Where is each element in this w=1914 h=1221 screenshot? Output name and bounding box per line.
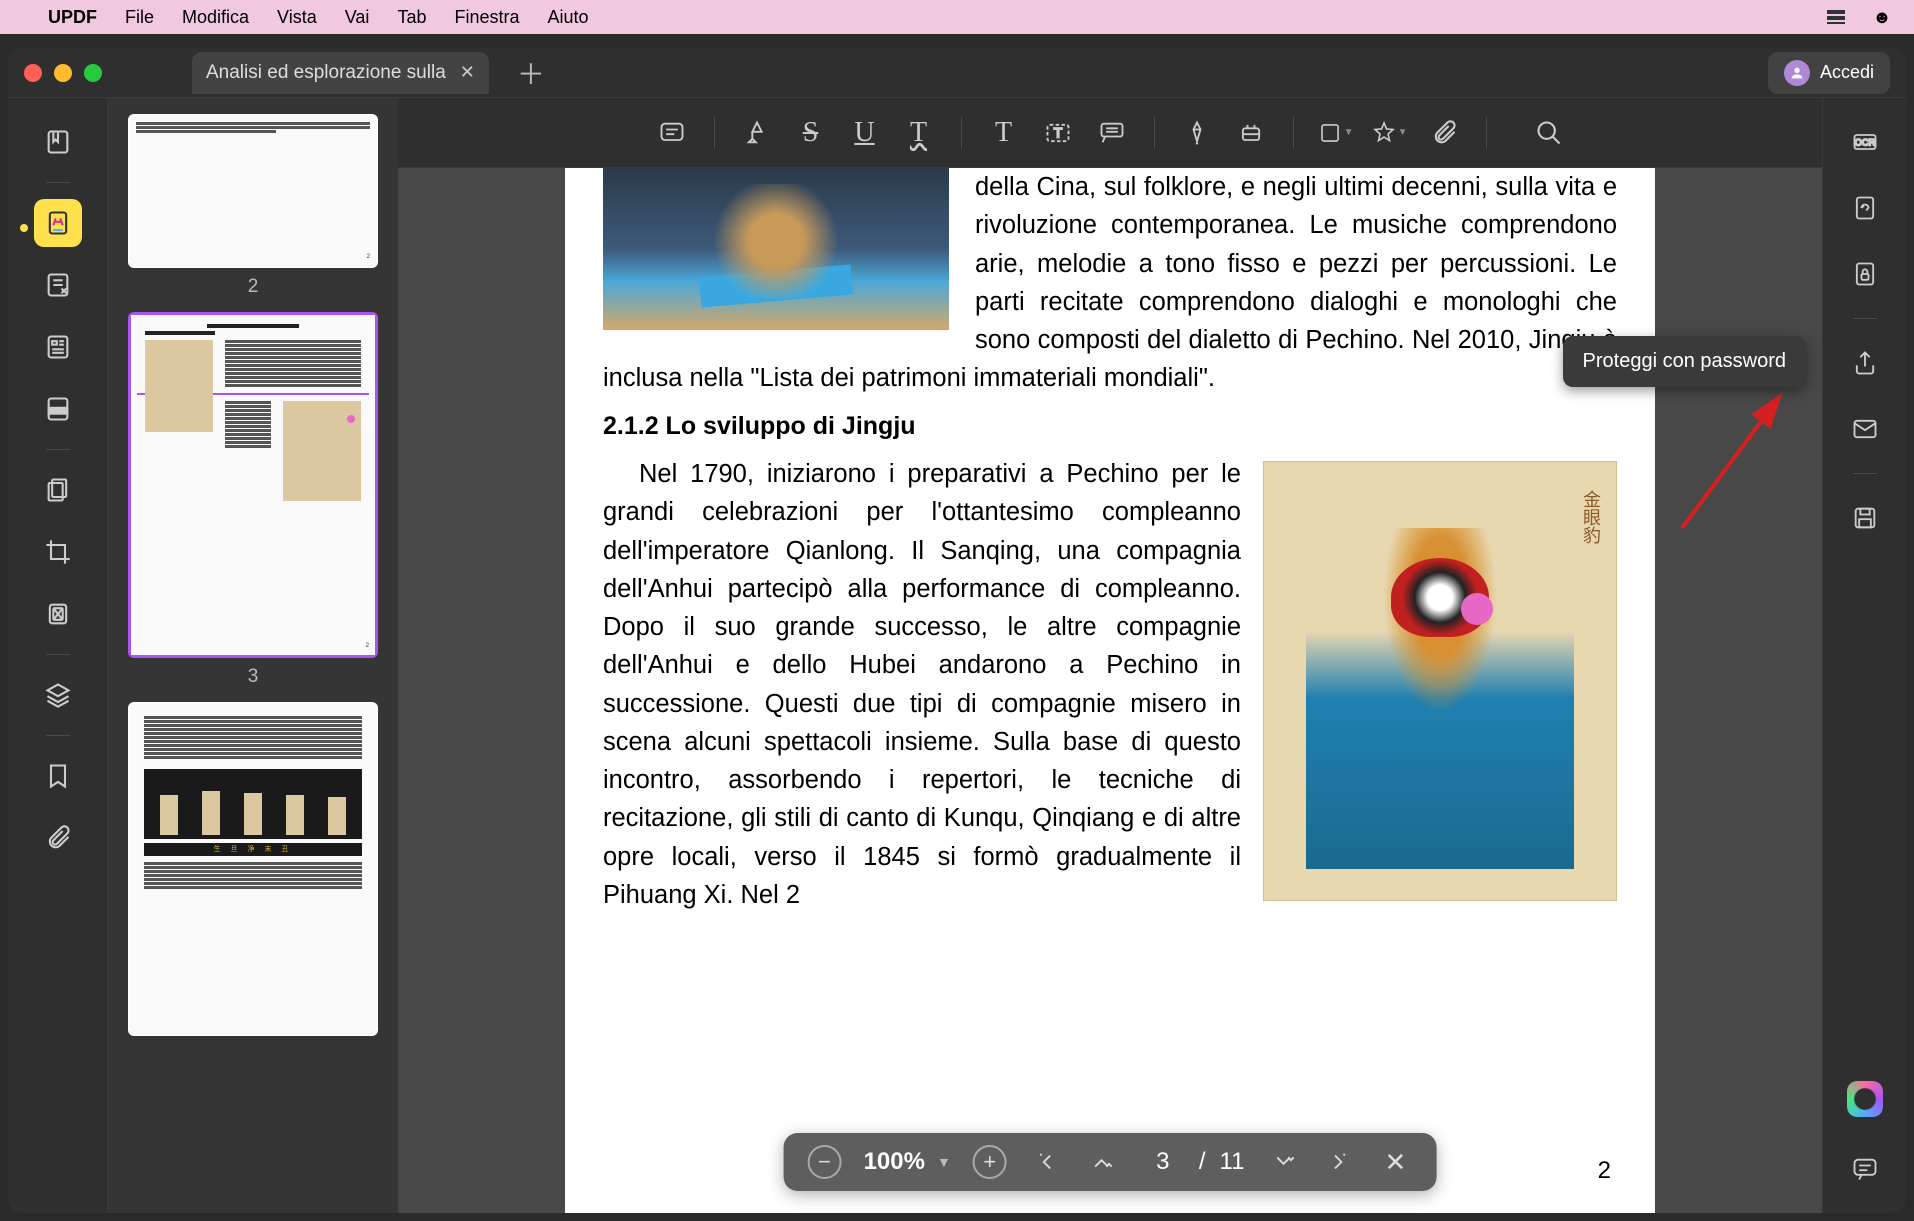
convert-button[interactable] [1841,184,1889,232]
macos-menubar: UPDF File Modifica Vista Vai Tab Finestr… [0,0,1914,34]
comments-panel-button[interactable] [1841,1145,1889,1193]
search-button[interactable] [1531,115,1567,151]
annotation-dot-icon [1461,593,1493,625]
thumbnail-item[interactable]: 2 2 [124,114,382,298]
shapes-tool-button[interactable]: ▼ [1318,115,1354,151]
attachment-button[interactable] [34,814,82,862]
current-page-input[interactable]: 3 [1141,1148,1185,1176]
thumbnail-page-4[interactable]: 生 旦 净 末 丑 [130,704,376,1034]
ai-assistant-button[interactable] [1847,1081,1883,1117]
thumbnail-item[interactable]: 2 3 [124,312,382,688]
tab-title: Analisi ed esplorazione sulla [206,62,446,84]
menubar-smiley-icon[interactable]: ☻ [1870,6,1894,28]
active-indicator-icon [20,224,28,232]
edit-mode-button[interactable] [34,261,82,309]
crop-button[interactable] [34,528,82,576]
redact-button[interactable] [34,590,82,638]
chevron-down-icon: ▼ [937,1154,951,1170]
zoom-in-button[interactable]: + [973,1145,1007,1179]
document-area: S U T T T ▼ ▼ [398,98,1822,1213]
menu-go[interactable]: Vai [345,7,370,28]
document-tab[interactable]: Analisi ed esplorazione sulla ✕ [192,52,489,94]
svg-text:T: T [1053,124,1062,140]
minimize-window-button[interactable] [54,64,72,82]
maximize-window-button[interactable] [84,64,102,82]
annotation-toolbar: S U T T T ▼ ▼ [398,98,1822,168]
document-image-opera-1 [603,168,949,330]
close-window-button[interactable] [24,64,42,82]
app-window: Analisi ed esplorazione sulla ✕ ＋ Accedi [8,48,1906,1213]
underline-tool-button[interactable]: U [847,115,883,151]
layers-button[interactable] [34,671,82,719]
document-image-opera-2: 金眼豹 [1263,461,1617,901]
thumbnail-page-2[interactable]: 2 [130,116,376,266]
tooltip-protect-password: Proteggi con password [1563,336,1806,387]
right-sidebar: OCR [1822,98,1906,1213]
prev-page-button[interactable] [1085,1145,1119,1179]
squiggly-tool-button[interactable]: T [901,115,937,151]
traffic-lights [24,64,102,82]
first-page-button[interactable] [1029,1145,1063,1179]
page-organize-button[interactable] [34,323,82,371]
comment-mode-button[interactable] [34,199,82,247]
document-scroll[interactable]: della Cina, sul folklore, e negli ultimi… [398,168,1822,1213]
menu-window[interactable]: Finestra [454,7,519,28]
pdf-page[interactable]: della Cina, sul folklore, e negli ultimi… [565,168,1655,1213]
chevron-down-icon: ▼ [1344,127,1354,138]
menu-tab[interactable]: Tab [397,7,426,28]
svg-text:OCR: OCR [1854,138,1875,148]
tab-close-button[interactable]: ✕ [460,62,475,83]
thumb-label: 3 [248,666,259,688]
menu-help[interactable]: Aiuto [548,7,589,28]
highlight-tool-button[interactable] [739,115,775,151]
menu-edit[interactable]: Modifica [182,7,249,28]
strikethrough-tool-button[interactable]: S [793,115,829,151]
close-pagecontrol-button[interactable]: ✕ [1378,1145,1412,1179]
share-button[interactable] [1841,339,1889,387]
menu-file[interactable]: File [125,7,154,28]
thumb-label: 2 [248,276,259,298]
email-button[interactable] [1841,405,1889,453]
annotation-arrow-icon [1672,388,1792,543]
textbox-tool-button[interactable]: T [1040,115,1076,151]
login-button[interactable]: Accedi [1768,52,1890,94]
subsection-heading: 2.1.2 Lo sviluppo di Jingju [603,408,1617,446]
typewriter-tool-button[interactable]: T [986,115,1022,151]
menubar-app-icon[interactable] [1824,6,1848,28]
fill-sign-button[interactable] [34,385,82,433]
thumbnail-panel[interactable]: 2 2 2 3 [108,98,398,1213]
zoom-display[interactable]: 100% ▼ [864,1148,951,1176]
left-sidebar [8,98,108,1213]
attach-tool-button[interactable] [1426,115,1462,151]
avatar-icon [1784,60,1810,86]
zoom-out-button[interactable]: − [808,1145,842,1179]
stamp-tool-button[interactable]: ▼ [1372,115,1408,151]
menu-view[interactable]: Vista [277,7,317,28]
reader-mode-button[interactable] [34,118,82,166]
callout-tool-button[interactable] [1094,115,1130,151]
last-page-button[interactable] [1322,1145,1356,1179]
page-indicator: 3 / 11 [1141,1148,1245,1176]
new-tab-button[interactable]: ＋ [499,53,563,93]
login-label: Accedi [1820,62,1874,83]
titlebar: Analisi ed esplorazione sulla ✕ ＋ Accedi [8,48,1906,98]
bookmark-button[interactable] [34,752,82,800]
app-name-menu[interactable]: UPDF [48,7,97,28]
pages-button[interactable] [34,466,82,514]
next-page-button[interactable] [1266,1145,1300,1179]
protect-password-button[interactable] [1841,250,1889,298]
save-button[interactable] [1841,494,1889,542]
chevron-down-icon: ▼ [1398,127,1408,138]
total-pages: 11 [1220,1148,1245,1176]
eraser-tool-button[interactable] [1233,115,1269,151]
thumbnail-item[interactable]: 生 旦 净 末 丑 [124,702,382,1036]
page-control-bar: − 100% ▼ + 3 / 11 ✕ [784,1133,1437,1191]
note-tool-button[interactable] [654,115,690,151]
page-number: 2 [1598,1153,1611,1189]
thumbnail-page-3[interactable]: 2 [131,315,375,655]
ocr-button[interactable]: OCR [1841,118,1889,166]
pencil-tool-button[interactable] [1179,115,1215,151]
